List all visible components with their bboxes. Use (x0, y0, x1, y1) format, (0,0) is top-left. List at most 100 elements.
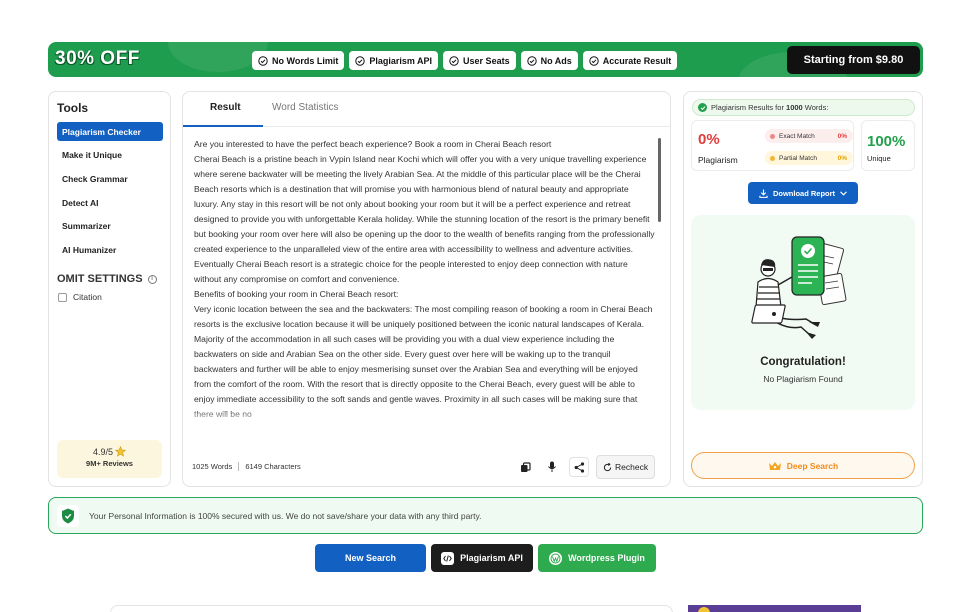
text-paragraph: Are you interested to have the perfect b… (194, 139, 552, 149)
text-fade (194, 412, 655, 427)
text-paragraph: Very iconic location between the sea and… (194, 304, 653, 419)
rating-badge: 4.9/5 9M+ Reviews (57, 440, 162, 478)
deep-search-button[interactable]: Deep Search (691, 452, 915, 479)
download-report-label: Download Report (772, 188, 836, 198)
omit-settings-heading: OMIT SETTINGS i (57, 273, 157, 285)
new-search-button[interactable]: New Search (315, 544, 426, 572)
feature-chip-label: No Ads (540, 55, 572, 66)
check-circle-icon (258, 55, 268, 66)
checkbox-box[interactable] (58, 292, 67, 302)
text-scrollbar[interactable] (658, 138, 661, 222)
wordpress-icon (549, 551, 563, 565)
results-header-suffix: Words: (802, 103, 829, 112)
tool-make-it-unique[interactable]: Make it Unique (57, 146, 163, 165)
tab-result[interactable]: Result (210, 102, 241, 113)
unique-label: Unique (867, 154, 891, 163)
code-icon (441, 551, 455, 565)
rating-score: 4.9/5 (92, 446, 114, 457)
character-count: 6149 Characters (245, 462, 301, 471)
divider (238, 462, 240, 471)
active-tab-indicator (183, 125, 263, 127)
congrats-subtitle: No Plagiarism Found (763, 374, 843, 384)
word-count: 1025 Words (192, 462, 233, 471)
results-header-text: Plagiarism Results for 1000 Words: (711, 103, 828, 112)
share-icon[interactable] (569, 457, 589, 477)
content-text-area[interactable]: Are you interested to have the perfect b… (194, 137, 655, 427)
privacy-notice: Your Personal Information is 100% secure… (48, 497, 923, 534)
wordpress-plugin-button[interactable]: Wordpress Plugin (538, 544, 656, 572)
exact-match-pill: Exact Match 0% (765, 129, 853, 143)
partial-match-value: 0% (837, 154, 847, 162)
results-word-count: 1000 (786, 103, 803, 112)
ad-logo-icon (698, 607, 710, 612)
shield-icon (57, 505, 79, 527)
star-icon (115, 446, 127, 457)
results-panel: Plagiarism Results for 1000 Words: 0% Pl… (683, 91, 923, 487)
results-header: Plagiarism Results for 1000 Words: (692, 99, 915, 116)
plagiarism-api-label: Plagiarism API (460, 553, 523, 563)
rating-score-row: 4.9/5 (57, 446, 162, 457)
promo-banner[interactable]: 30% OFF No Words Limit Plagiarism API Us… (48, 42, 923, 77)
feature-chip-label: Plagiarism API (369, 55, 433, 66)
copy-icon[interactable] (515, 457, 535, 477)
crown-icon (768, 461, 781, 470)
tools-list: Plagiarism Checker Make it Unique Check … (57, 122, 163, 264)
download-report-button[interactable]: Download Report (748, 182, 858, 204)
success-illustration-icon (751, 236, 847, 339)
bottom-card (110, 605, 673, 612)
bottom-ad-banner[interactable] (688, 605, 861, 612)
rating-reviews: 9M+ Reviews (86, 459, 133, 468)
privacy-text: Your Personal Information is 100% secure… (89, 511, 482, 521)
check-circle-icon (698, 103, 707, 112)
chevron-down-icon (840, 190, 847, 196)
feature-chip: No Words Limit (252, 51, 345, 70)
partial-match-pill: Partial Match 0% (765, 151, 853, 165)
feature-chip-label: Accurate Result (602, 55, 672, 66)
citation-checkbox[interactable]: Citation (58, 292, 102, 302)
exact-match-value: 0% (837, 132, 847, 140)
result-panel: Result Word Statistics Are you intereste… (182, 91, 671, 487)
partial-match-dot (770, 155, 775, 161)
pricing-button[interactable]: Starting from $9.80 (787, 46, 920, 74)
results-header-prefix: Plagiarism Results for (711, 103, 787, 112)
text-paragraph: Cherai Beach is a pristine beach in Vypi… (194, 154, 655, 284)
text-counts: 1025 Words 6149 Characters (192, 462, 301, 471)
recheck-button[interactable]: Recheck (596, 455, 656, 479)
tool-summarizer[interactable]: Summarizer (57, 217, 163, 236)
tab-word-statistics[interactable]: Word Statistics (272, 102, 339, 113)
tool-check-grammar[interactable]: Check Grammar (57, 169, 163, 188)
plagiarism-api-button[interactable]: Plagiarism API (431, 544, 533, 572)
feature-chip: No Ads (520, 51, 578, 70)
congratulation-box: Congratulation! No Plagiarism Found (691, 215, 915, 410)
tools-sidebar: Tools Plagiarism Checker Make it Unique … (48, 91, 171, 487)
new-search-label: New Search (344, 553, 397, 563)
unique-percentage: 100% (867, 133, 906, 150)
editor-actions: Recheck (515, 455, 656, 479)
deep-search-label: Deep Search (786, 460, 839, 471)
exact-match-dot (770, 133, 775, 139)
feature-chip-label: User Seats (463, 55, 510, 66)
feature-chip-label: No Words Limit (272, 55, 339, 66)
plagiarism-stat-card: 0% Plagiarism Exact Match 0% Partial Mat… (691, 120, 854, 171)
congrats-title: Congratulation! (760, 356, 846, 368)
tool-detect-ai[interactable]: Detect AI (57, 193, 163, 212)
omit-settings-title: OMIT SETTINGS (57, 273, 143, 285)
wordpress-plugin-label: Wordpress Plugin (568, 553, 645, 563)
download-icon (759, 188, 768, 198)
info-icon[interactable]: i (147, 274, 157, 284)
check-circle-icon (355, 55, 366, 66)
tool-plagiarism-checker[interactable]: Plagiarism Checker (57, 122, 163, 141)
feature-chip: Plagiarism API (349, 51, 439, 70)
tool-ai-humanizer[interactable]: AI Humanizer (57, 240, 163, 259)
plagiarism-label: Plagiarism (698, 155, 738, 165)
exact-match-label: Exact Match (779, 132, 815, 140)
recheck-label: Recheck (615, 462, 649, 472)
refresh-icon (603, 462, 612, 471)
result-tabs: Result Word Statistics (183, 92, 670, 127)
microphone-icon[interactable] (542, 457, 562, 477)
tools-title: Tools (57, 101, 89, 115)
partial-match-label: Partial Match (779, 154, 817, 162)
check-circle-icon (526, 55, 537, 66)
citation-label: Citation (73, 292, 102, 302)
plagiarism-percentage: 0% (698, 131, 720, 148)
